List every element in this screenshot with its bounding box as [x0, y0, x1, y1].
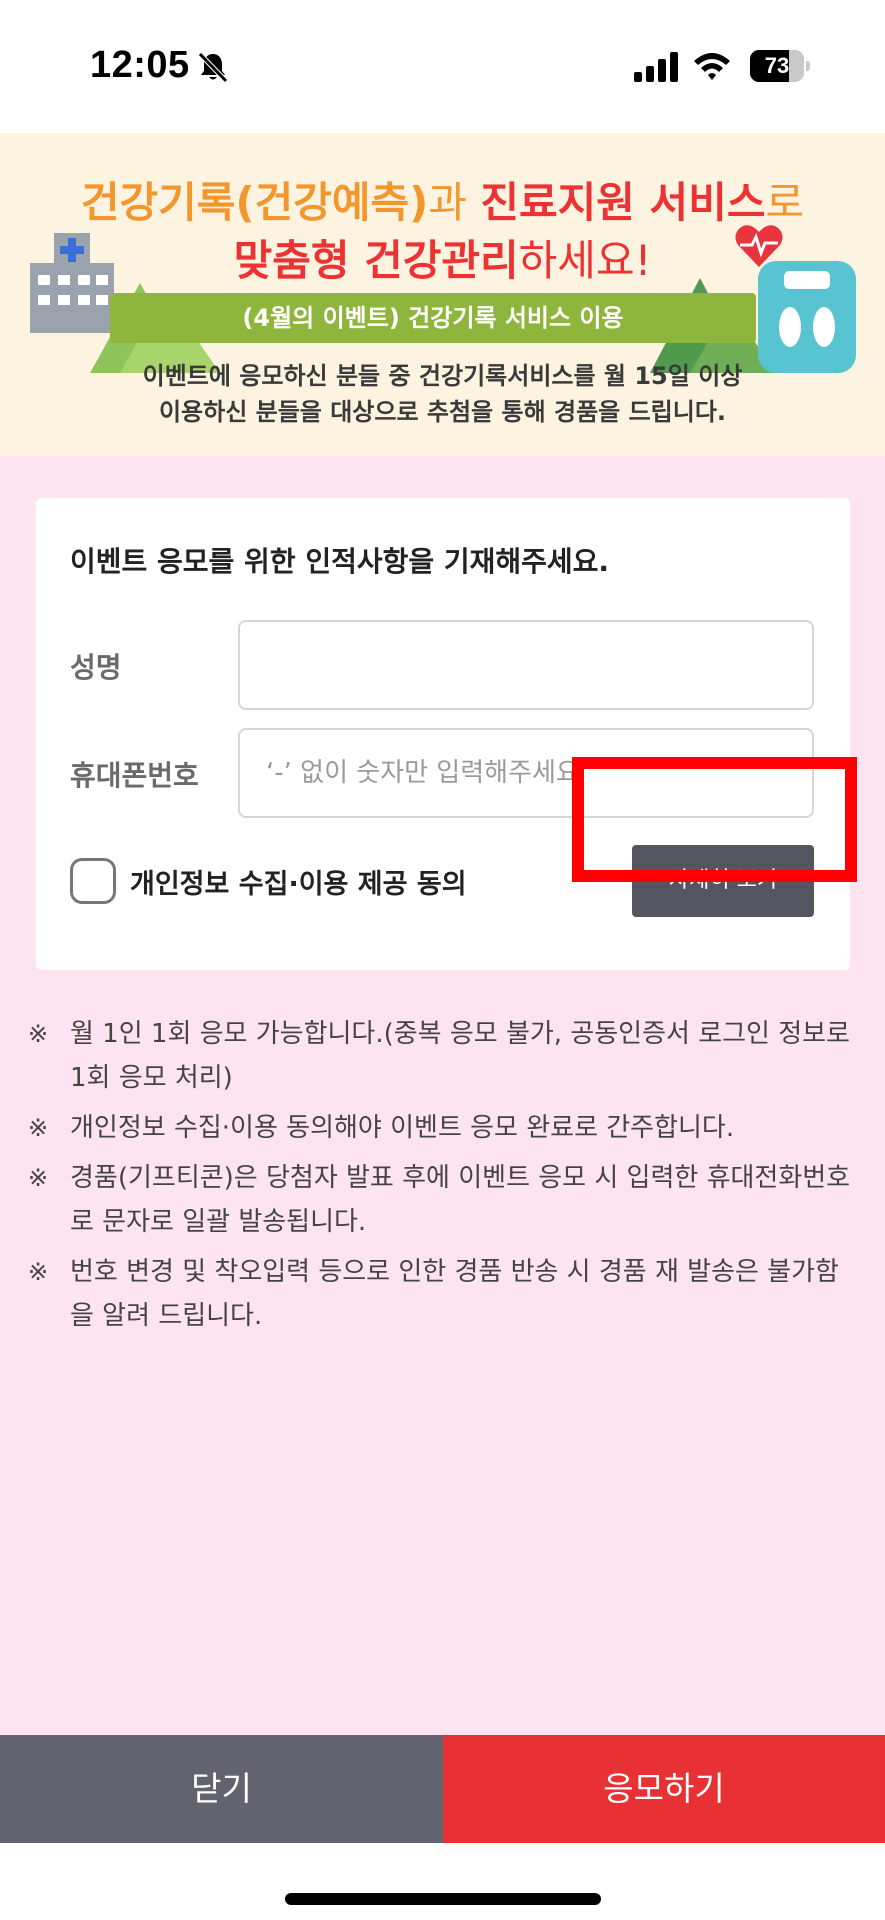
battery-level: 73 [764, 53, 790, 78]
notice-item: ※ 개인정보 수집·이용 동의해야 이벤트 응모 완료로 간주합니다. [28, 1106, 858, 1150]
battery-icon: 73 [750, 50, 810, 82]
status-bar: 12:05 73 [0, 0, 885, 133]
entry-form-card: 이벤트 응모를 위한 인적사항을 기재해주세요. 성명 휴대폰번호 개인정보 수… [36, 498, 850, 970]
notice-item: ※ 경품(기프티콘)은 당첨자 발표 후에 이벤트 응모 시 입력한 휴대전화번호… [28, 1156, 858, 1244]
hospital-icon [30, 233, 114, 333]
phone-label: 휴대폰번호 [70, 759, 199, 792]
form-title: 이벤트 응모를 위한 인적사항을 기재해주세요. [70, 545, 610, 578]
home-indicator[interactable] [285, 1893, 601, 1905]
status-time: 12:05 [90, 44, 190, 86]
apply-button[interactable]: 응모하기 [443, 1735, 885, 1843]
banner-headline-1: 건강기록(건강예측)과 진료지원 서비스로 [80, 178, 805, 227]
close-button[interactable]: 닫기 [0, 1735, 443, 1843]
reference-mark-icon: ※ [28, 1164, 49, 1192]
bell-slash-icon [198, 52, 228, 83]
reference-mark-icon: ※ [28, 1114, 49, 1142]
name-input[interactable] [238, 620, 814, 710]
privacy-consent-label[interactable]: 개인정보 수집·이용 제공 동의 [130, 862, 467, 901]
cellular-signal-icon [634, 52, 678, 82]
notice-item: ※ 월 1인 1회 응모 가능합니다.(중복 응모 불가, 공동인증서 로그인 정… [28, 1012, 858, 1100]
banner-ribbon: (4월의 이벤트) 건강기록 서비스 이용 [110, 293, 756, 343]
notice-list: ※ 월 1인 1회 응모 가능합니다.(중복 응모 불가, 공동인증서 로그인 정… [28, 1012, 858, 1344]
scale-icon [758, 261, 856, 373]
reference-mark-icon: ※ [28, 1020, 49, 1048]
notice-item: ※ 번호 변경 및 착오입력 등으로 인한 경품 반송 시 경품 재 발송은 불가… [28, 1250, 858, 1338]
event-banner: 건강기록(건강예측)과 진료지원 서비스로 맞춤형 건강관리하세요! (4월의 … [0, 133, 885, 456]
banner-description: 이벤트에 응모하신 분들 중 건강기록서비스를 월 15일 이상 이용하신 분들… [142, 362, 743, 426]
wifi-icon [694, 53, 730, 80]
privacy-consent-checkbox[interactable] [70, 858, 116, 904]
home-indicator-area [0, 1843, 885, 1920]
bottom-action-bar: 닫기 응모하기 [0, 1735, 885, 1843]
reference-mark-icon: ※ [28, 1258, 49, 1286]
name-label: 성명 [70, 651, 122, 684]
highlight-annotation [572, 757, 857, 882]
